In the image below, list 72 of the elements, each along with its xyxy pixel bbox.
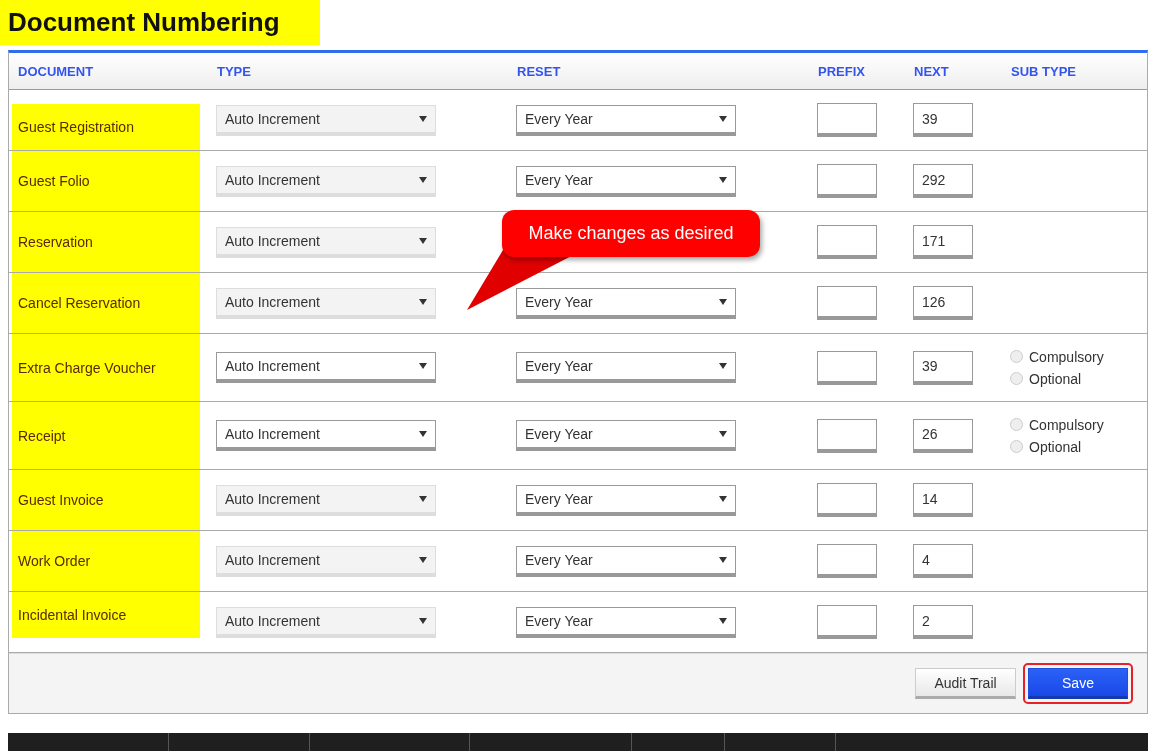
prefix-field[interactable] [817, 605, 877, 639]
caret-icon [419, 617, 427, 624]
document-name: Guest Invoice [12, 470, 200, 530]
caret-icon [719, 431, 727, 437]
prefix-field[interactable] [817, 544, 877, 578]
document-name: Guest Folio [12, 151, 200, 211]
column-header: PREFIX [818, 63, 865, 79]
prefix-field[interactable] [817, 164, 877, 198]
save-button[interactable]: Save [1028, 668, 1128, 699]
reset-select[interactable]: Every Year [516, 484, 736, 516]
caret-icon [419, 556, 427, 563]
reset-select[interactable]: Every Year [516, 165, 736, 197]
prefix-field[interactable] [817, 483, 877, 517]
column-header: RESET [517, 63, 561, 79]
next-number-field[interactable]: 171 [913, 225, 973, 259]
caret-icon [419, 237, 427, 244]
next-number-field[interactable]: 2 [913, 605, 973, 639]
prefix-field[interactable] [817, 286, 877, 320]
prefix-field[interactable] [817, 225, 877, 259]
next-number-field[interactable]: 292 [913, 164, 973, 198]
caret-icon [419, 298, 427, 305]
caret-icon [419, 495, 427, 502]
sub-type-radio[interactable]: Optional [1010, 370, 1147, 387]
caret-icon [419, 363, 427, 369]
sub-type-radio[interactable]: Optional [1010, 438, 1147, 455]
caret-icon [719, 363, 727, 369]
prefix-field[interactable] [817, 418, 877, 453]
caret-icon [719, 617, 727, 624]
prefix-field[interactable] [817, 103, 877, 137]
document-name: Incidental Invoice [12, 592, 200, 638]
prefix-field[interactable] [817, 350, 877, 385]
type-select[interactable]: Auto Increment [216, 352, 436, 383]
next-number-field[interactable]: 4 [913, 544, 973, 578]
radio-icon[interactable] [1010, 440, 1023, 453]
next-number-field[interactable]: 126 [913, 286, 973, 320]
audit-trail-button[interactable]: Audit Trail [915, 668, 1016, 699]
document-name: Cancel Reservation [12, 273, 200, 333]
document-name: Receipt [12, 402, 200, 469]
caret-icon [719, 115, 727, 122]
caret-icon [419, 176, 427, 183]
caret-icon [719, 495, 727, 502]
callout: Make changes as desired [502, 210, 760, 257]
sub-type-radio[interactable]: Compulsory [1010, 416, 1147, 433]
caret-icon [419, 115, 427, 122]
reset-select[interactable]: Every Year [516, 606, 736, 638]
next-number-field[interactable]: 14 [913, 483, 973, 517]
reset-select[interactable]: Every Year [516, 420, 736, 451]
type-select[interactable]: Auto Increment [216, 420, 436, 451]
column-header: DOCUMENT [18, 63, 94, 79]
reset-select[interactable]: Every Year [516, 104, 736, 136]
next-number-field[interactable]: 39 [913, 103, 973, 137]
radio-icon[interactable] [1010, 372, 1023, 385]
document-name: Reservation [12, 212, 200, 272]
document-name: Extra Charge Voucher [12, 334, 200, 401]
caret-icon [419, 431, 427, 437]
column-header: SUB TYPE [1011, 63, 1076, 79]
next-number-field[interactable]: 39 [913, 350, 973, 385]
document-name: Work Order [12, 531, 200, 591]
caret-icon [719, 298, 727, 305]
radio-icon[interactable] [1010, 350, 1023, 363]
radio-icon[interactable] [1010, 418, 1023, 431]
caret-icon [719, 556, 727, 563]
sub-type-radio[interactable]: Compulsory [1010, 348, 1147, 365]
column-header: NEXT [914, 63, 949, 79]
reset-select[interactable]: Every Year [516, 545, 736, 577]
column-header: TYPE [217, 63, 251, 79]
document-name: Guest Registration [12, 104, 200, 150]
page-title: Document Numbering [0, 0, 320, 45]
reset-select[interactable]: Every Year [516, 287, 736, 319]
next-number-field[interactable]: 26 [913, 418, 973, 453]
caret-icon [719, 176, 727, 183]
reset-select[interactable]: Every Year [516, 352, 736, 383]
